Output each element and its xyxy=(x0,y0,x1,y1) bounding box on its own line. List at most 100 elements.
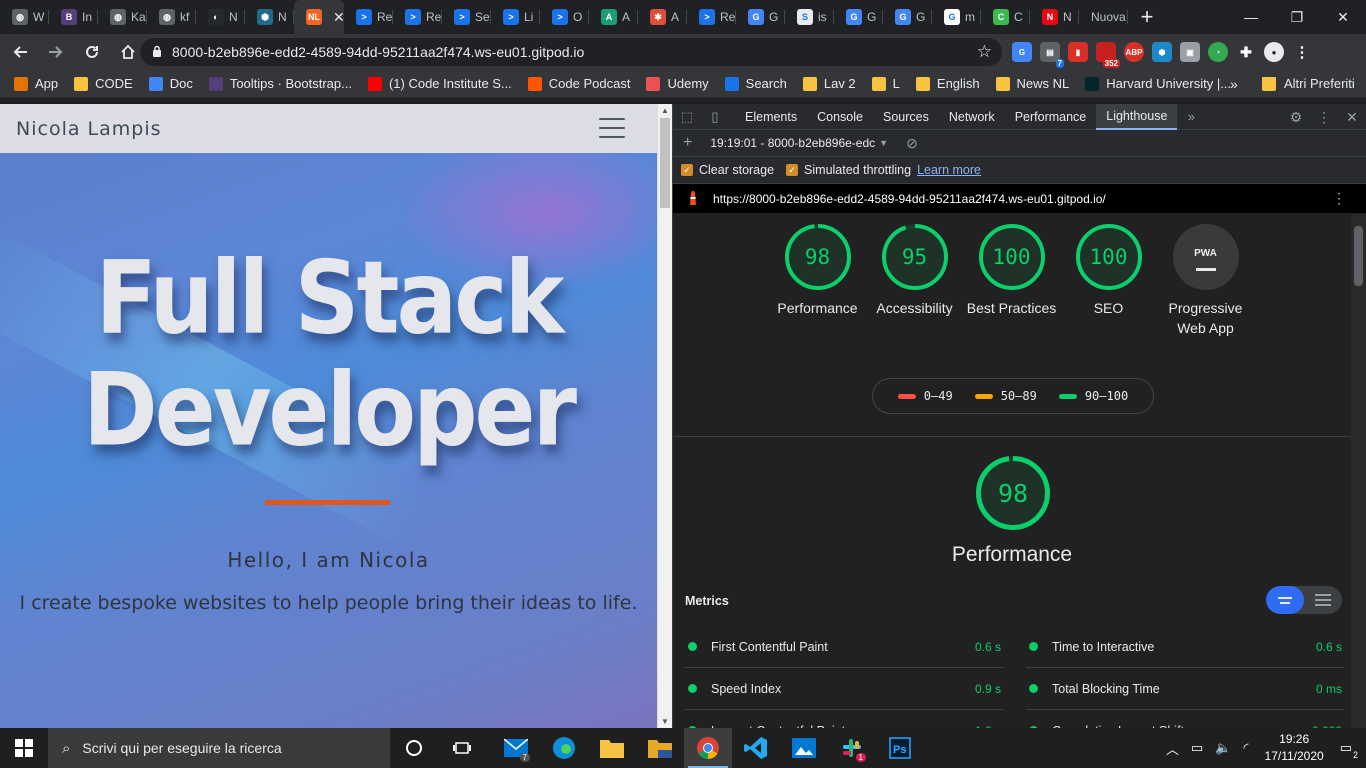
profile-avatar[interactable]: ● xyxy=(1264,42,1284,62)
taskbar-clock[interactable]: 19:26 17/11/2020 xyxy=(1265,731,1324,765)
report-selector[interactable]: 19:19:01 - 8000-b2eb896e-edc xyxy=(710,136,875,150)
devtools-tab-performance[interactable]: Performance xyxy=(1005,104,1097,130)
file-explorer-icon[interactable] xyxy=(588,728,636,768)
bookmark-star-icon[interactable]: ☆ xyxy=(977,42,992,62)
score-gauge-best-practices[interactable]: 100 Best Practices xyxy=(963,224,1060,338)
adblock-extension-icon[interactable]: ABP xyxy=(1124,42,1144,62)
menu-kebab-icon[interactable]: ⋮ xyxy=(1292,42,1312,62)
bookmark-item[interactable]: Search xyxy=(724,76,787,91)
browser-tab[interactable]: Sis xyxy=(785,0,834,34)
browser-tab[interactable]: > Re xyxy=(344,0,393,34)
mail-app-icon[interactable]: 7 xyxy=(492,728,540,768)
devtools-tab-lighthouse[interactable]: Lighthouse xyxy=(1096,103,1178,130)
browser-tab[interactable]: ◍ Ka xyxy=(98,0,147,34)
devtools-settings-icon[interactable]: ⚙ xyxy=(1282,109,1310,126)
reload-button[interactable] xyxy=(76,36,108,68)
browser-tab[interactable]: > Li xyxy=(491,0,540,34)
forward-button[interactable] xyxy=(40,36,72,68)
scroll-down-icon[interactable]: ▼ xyxy=(661,717,669,726)
other-bookmarks[interactable]: Altri Preferiti xyxy=(1262,76,1355,91)
cortana-icon[interactable] xyxy=(390,728,438,768)
lighthouse-scrollbar-thumb[interactable] xyxy=(1354,226,1363,286)
volume-icon[interactable]: 🔈 xyxy=(1215,740,1231,756)
devtools-tab-elements[interactable]: Elements xyxy=(735,104,807,130)
browser-tab[interactable]: ◍ kf xyxy=(147,0,196,34)
browser-tab[interactable]: > Se xyxy=(442,0,491,34)
tab-close-icon[interactable]: ✕ xyxy=(333,9,344,26)
vscode-icon[interactable] xyxy=(732,728,780,768)
back-button[interactable] xyxy=(4,36,36,68)
browser-tab[interactable]: ✱ A xyxy=(638,0,687,34)
slack-icon[interactable]: 1 xyxy=(828,728,876,768)
bookmark-item[interactable]: Tooltips · Bootstrap... xyxy=(208,76,352,91)
report-menu-icon[interactable]: ⋮ xyxy=(1332,190,1346,207)
bookmark-extension-icon[interactable]: ▮ xyxy=(1068,42,1088,62)
scroll-up-icon[interactable]: ▲ xyxy=(661,106,669,115)
browser-tab[interactable]: > Re xyxy=(393,0,442,34)
metrics-view-toggle[interactable] xyxy=(1266,586,1342,614)
new-report-icon[interactable]: + xyxy=(683,134,692,152)
score-gauge-pwa[interactable]: PWA Progressive Web App xyxy=(1157,224,1254,338)
bookmark-item[interactable]: News NL xyxy=(995,76,1069,91)
browser-tab[interactable]: > Re xyxy=(687,0,736,34)
taskbar-search-placeholder[interactable]: Scrivi qui per eseguire la ricerca xyxy=(82,740,281,756)
devtools-tab-console[interactable]: Console xyxy=(807,104,873,130)
throttling-checkbox[interactable]: ✓ xyxy=(786,164,799,176)
browser-tab[interactable]: ◍ W xyxy=(0,0,49,34)
taskbar-search[interactable]: ⌕ Scrivi qui per eseguire la ricerca xyxy=(48,728,390,768)
page-scrollbar[interactable]: ▲ ▼ xyxy=(657,104,672,728)
browser-tab[interactable]: AA xyxy=(589,0,638,34)
bookmarks-overflow-icon[interactable]: » xyxy=(1230,76,1238,92)
bookmark-item[interactable]: CODE xyxy=(74,76,133,91)
chrome-taskbar-icon[interactable] xyxy=(684,728,732,768)
score-gauge-accessibility[interactable]: 95 Accessibility xyxy=(866,224,963,338)
inspect-element-icon[interactable]: ⬚ xyxy=(673,109,701,125)
translate-extension-icon[interactable]: G xyxy=(1012,42,1032,62)
clear-storage-checkbox[interactable]: ✓ xyxy=(681,164,693,176)
devtools-menu-icon[interactable]: ⋮ xyxy=(1310,109,1338,126)
browser-tab[interactable]: NN xyxy=(1030,0,1079,34)
browser-tab[interactable]: Nuova xyxy=(1079,0,1128,34)
new-tab-button[interactable]: + xyxy=(1132,4,1162,30)
bookmark-item[interactable]: (1) Code Institute S... xyxy=(367,76,512,91)
devtools-tab-sources[interactable]: Sources xyxy=(873,104,939,130)
speed-extension-icon[interactable]: ◔ xyxy=(1208,42,1228,62)
puzzle-extensions-icon[interactable]: ✚ xyxy=(1236,42,1256,62)
expanded-view-icon[interactable] xyxy=(1304,586,1342,614)
bookmark-item[interactable]: Code Podcast xyxy=(527,76,630,91)
browser-tab[interactable]: Gm xyxy=(932,0,981,34)
tray-overflow-icon[interactable]: ︿ xyxy=(1166,739,1179,758)
url-text[interactable]: 8000-b2eb896e-edd2-4589-94dd-95211aa2f47… xyxy=(172,44,584,60)
edge-browser-icon[interactable] xyxy=(540,728,588,768)
browser-tab[interactable]: ◐ N xyxy=(196,0,245,34)
lighthouse-scrollbar[interactable] xyxy=(1351,214,1366,728)
more-tabs-icon[interactable]: » xyxy=(1177,109,1205,124)
address-bar[interactable]: 8000-b2eb896e-edd2-4589-94dd-95211aa2f47… xyxy=(140,38,1002,66)
learn-more-link[interactable]: Learn more xyxy=(917,163,981,177)
minimize-button[interactable]: — xyxy=(1228,0,1274,34)
notifications-icon[interactable]: ▭ 2 xyxy=(1340,740,1358,760)
cube-extension-icon[interactable]: ⬢ xyxy=(1152,42,1172,62)
bookmark-item[interactable]: Udemy xyxy=(646,76,709,91)
file-explorer-beta-icon[interactable] xyxy=(636,728,684,768)
browser-tab[interactable]: NL ✕ xyxy=(294,0,344,34)
browser-tab[interactable]: ⬢ N xyxy=(245,0,294,34)
bookmark-item[interactable]: App xyxy=(14,76,58,91)
hamburger-menu-icon[interactable] xyxy=(599,118,625,138)
browser-tab[interactable]: > O xyxy=(540,0,589,34)
bookmark-item[interactable]: L xyxy=(871,76,900,91)
audited-url[interactable]: https://8000-b2eb896e-edd2-4589-94dd-952… xyxy=(713,192,1106,206)
score-gauge-performance[interactable]: 98 Performance xyxy=(769,224,866,338)
browser-tab[interactable]: B In xyxy=(49,0,98,34)
tabs-extension-icon[interactable]: ▤ 7 xyxy=(1040,42,1064,68)
score-gauge-seo[interactable]: 100 SEO xyxy=(1060,224,1157,338)
photos-app-icon[interactable] xyxy=(780,728,828,768)
photoshop-icon[interactable]: Ps xyxy=(876,728,924,768)
mail-extension-icon[interactable]: 352 xyxy=(1096,42,1120,68)
task-view-icon[interactable] xyxy=(438,728,486,768)
battery-icon[interactable]: ▭ xyxy=(1191,740,1203,756)
site-brand[interactable]: Nicola Lampis xyxy=(16,118,162,140)
device-toolbar-icon[interactable]: ▯ xyxy=(701,109,729,125)
devtools-tab-network[interactable]: Network xyxy=(939,104,1005,130)
browser-tab[interactable]: GG xyxy=(834,0,883,34)
